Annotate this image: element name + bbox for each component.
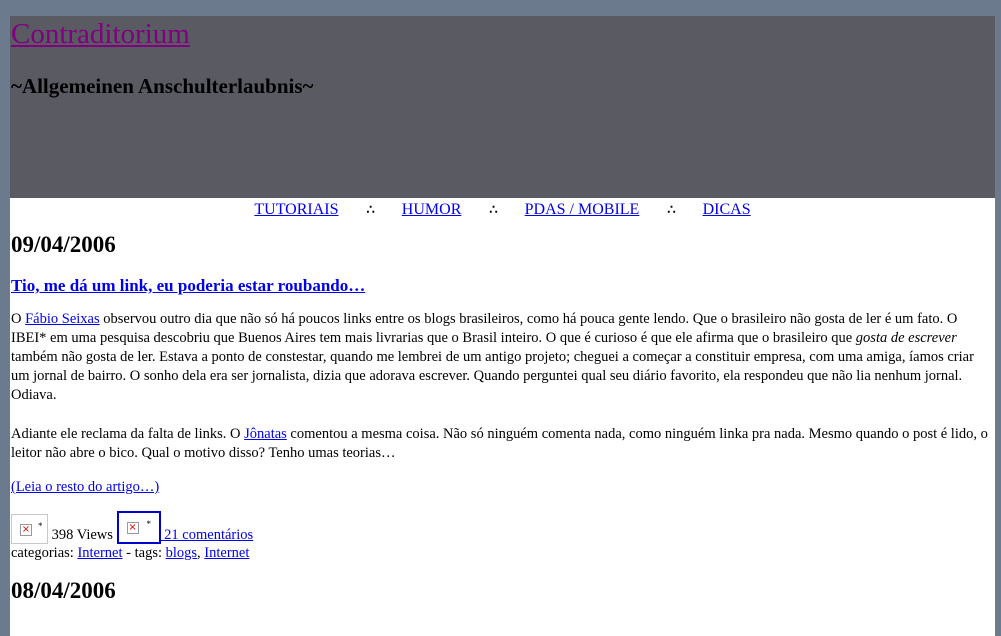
post-emphasis: gosta de escrever bbox=[855, 330, 957, 346]
post-text: também não gosta de ler. Estava a ponto … bbox=[11, 349, 974, 403]
post-title: Tio, me dá um link, eu poderia estar rou… bbox=[11, 276, 994, 296]
page-frame: Contraditorium ~Allgemeinen Anschulterla… bbox=[10, 16, 995, 636]
category-link-internet[interactable]: Internet bbox=[77, 545, 122, 561]
broken-image-icon: × bbox=[20, 524, 32, 536]
post-title-link[interactable]: Tio, me dá um link, eu poderia estar rou… bbox=[11, 276, 365, 295]
tag-link-internet[interactable]: Internet bbox=[204, 545, 249, 561]
star-icon: * bbox=[38, 521, 43, 531]
next-post-date: 08/04/2006 bbox=[11, 578, 116, 603]
post-paragraph: Adiante ele reclama da falta de links. O… bbox=[11, 425, 994, 463]
post-text: Adiante ele reclama da falta de links. O bbox=[11, 426, 245, 442]
views-count: 398 Views bbox=[51, 527, 113, 543]
nav-item-humor[interactable]: HUMOR bbox=[402, 201, 462, 218]
nav-separator-icon: ∴ bbox=[667, 202, 675, 217]
comments-image-icon[interactable]: × * bbox=[116, 511, 161, 544]
tags-label: - tags: bbox=[122, 545, 166, 561]
post-paragraph: O Fábio Seixas observou outro dia que nã… bbox=[11, 310, 994, 405]
site-tagline: ~Allgemeinen Anschulterlaubnis~ bbox=[11, 74, 314, 98]
nav-item-tutoriais[interactable]: TUTORIAIS bbox=[254, 201, 338, 218]
nav-separator-icon: ∴ bbox=[366, 202, 375, 217]
comments-count[interactable]: 21 comentários bbox=[161, 527, 253, 543]
content: 09/04/2006 Tio, me dá um link, eu poderi… bbox=[10, 232, 995, 604]
tag-link-blogs[interactable]: blogs bbox=[166, 545, 197, 561]
fabio-seixas-link[interactable]: Fábio Seixas bbox=[25, 311, 100, 327]
broken-image-icon: × bbox=[126, 522, 139, 534]
nav-item-dicas[interactable]: DICAS bbox=[703, 201, 751, 218]
site-header: Contraditorium ~Allgemeinen Anschulterla… bbox=[10, 16, 995, 198]
post-date: 09/04/2006 bbox=[11, 232, 116, 257]
read-more: (Leia o resto do artigo…) bbox=[11, 479, 994, 496]
site-title-link[interactable]: Contraditorium bbox=[11, 18, 190, 51]
comments-link[interactable]: × * 21 comentários bbox=[116, 511, 253, 544]
read-more-link[interactable]: (Leia o resto do artigo…) bbox=[11, 479, 159, 495]
star-icon: * bbox=[146, 519, 152, 529]
nav-item-pdas-mobile[interactable]: PDAS / MOBILE bbox=[525, 201, 640, 218]
main-nav: TUTORIAIS ∴ HUMOR ∴ PDAS / MOBILE ∴ DICAS bbox=[10, 199, 995, 221]
views-image-icon: × * bbox=[11, 514, 48, 544]
jonatas-link[interactable]: Jônatas bbox=[244, 426, 287, 442]
post-meta: × * 398 Views × * 21 comentários categoria… bbox=[11, 511, 994, 562]
categories-label: categorias: bbox=[11, 545, 78, 561]
nav-separator-icon: ∴ bbox=[489, 202, 497, 217]
post-text: observou outro dia que não só há poucos … bbox=[11, 311, 958, 346]
post-text: O bbox=[11, 311, 26, 327]
